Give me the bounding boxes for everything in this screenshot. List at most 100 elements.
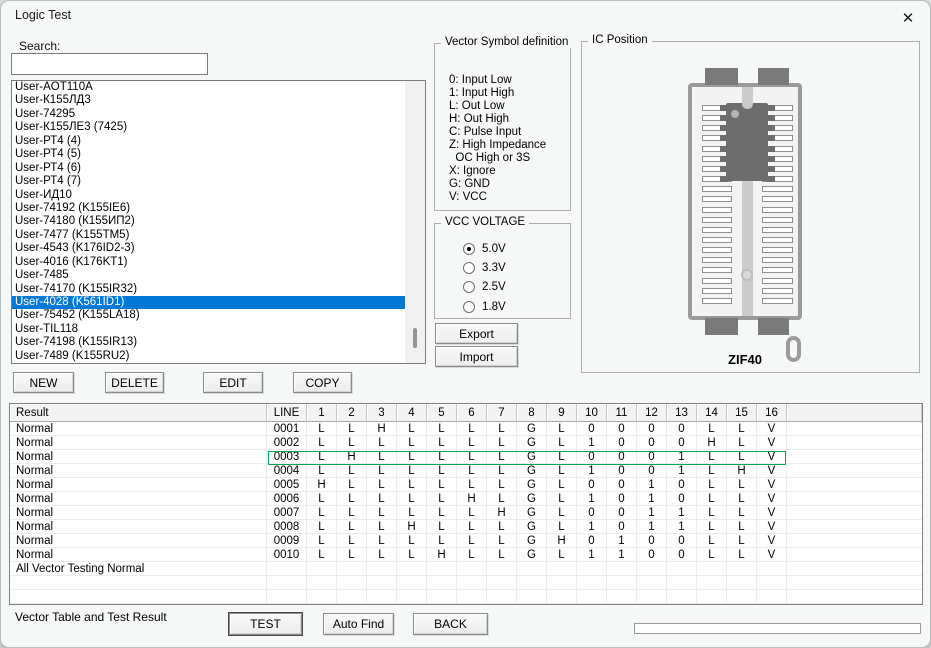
- vector-cell[interactable]: L: [337, 492, 367, 506]
- vector-cell[interactable]: L: [337, 422, 367, 436]
- vector-cell[interactable]: L: [307, 520, 337, 534]
- line-cell[interactable]: 0004: [267, 464, 307, 478]
- new-button[interactable]: NEW: [13, 372, 74, 393]
- device-list[interactable]: User-AOT110AUser-К155ЛД3User-74295User-К…: [11, 80, 426, 364]
- search-input[interactable]: [11, 53, 208, 75]
- column-header-pin[interactable]: 6: [457, 404, 487, 422]
- vector-cell[interactable]: L: [457, 548, 487, 562]
- vector-cell[interactable]: V: [757, 492, 787, 506]
- vector-cell[interactable]: L: [307, 548, 337, 562]
- vector-cell[interactable]: L: [427, 478, 457, 492]
- radio-unselected-icon[interactable]: [463, 262, 475, 274]
- vector-cell[interactable]: H: [457, 492, 487, 506]
- column-header-pin[interactable]: 3: [367, 404, 397, 422]
- list-item[interactable]: User-К155ЛЕ3 (7425): [12, 121, 425, 134]
- vector-cell[interactable]: 0: [607, 520, 637, 534]
- vector-cell[interactable]: 0: [637, 450, 667, 464]
- list-item[interactable]: User-AOT110A: [12, 81, 425, 94]
- column-header-pin[interactable]: 4: [397, 404, 427, 422]
- vector-cell[interactable]: L: [397, 422, 427, 436]
- vector-cell[interactable]: L: [487, 492, 517, 506]
- vector-cell[interactable]: 1: [607, 548, 637, 562]
- column-header-pin[interactable]: 2: [337, 404, 367, 422]
- column-header-pin[interactable]: 12: [637, 404, 667, 422]
- vector-cell[interactable]: L: [547, 422, 577, 436]
- list-item[interactable]: User-ИД10: [12, 189, 425, 202]
- radio-unselected-icon[interactable]: [463, 301, 475, 313]
- vector-cell[interactable]: L: [397, 450, 427, 464]
- vector-cell[interactable]: G: [517, 436, 547, 450]
- vector-cell[interactable]: L: [457, 520, 487, 534]
- vector-cell[interactable]: L: [727, 450, 757, 464]
- vector-cell[interactable]: L: [727, 422, 757, 436]
- column-header-pin[interactable]: 5: [427, 404, 457, 422]
- vector-cell[interactable]: 0: [637, 436, 667, 450]
- vector-cell[interactable]: G: [517, 548, 547, 562]
- list-item[interactable]: User-7489 (K155RU2): [12, 350, 425, 363]
- list-item[interactable]: User-4543 (K176ID2-3): [12, 242, 425, 255]
- vector-cell[interactable]: L: [397, 492, 427, 506]
- vector-cell[interactable]: L: [367, 506, 397, 520]
- vector-cell[interactable]: L: [727, 548, 757, 562]
- list-item[interactable]: User-РТ4 (4): [12, 135, 425, 148]
- vcc-option-1.8V[interactable]: 1.8V: [463, 297, 506, 316]
- vector-cell[interactable]: L: [337, 520, 367, 534]
- vector-cell[interactable]: L: [337, 436, 367, 450]
- vector-cell[interactable]: L: [457, 450, 487, 464]
- vector-cell[interactable]: L: [457, 422, 487, 436]
- export-button[interactable]: Export: [435, 323, 518, 344]
- vector-cell[interactable]: 0: [607, 422, 637, 436]
- edit-button[interactable]: EDIT: [203, 372, 263, 393]
- vector-cell[interactable]: L: [727, 478, 757, 492]
- vcc-option-3.3V[interactable]: 3.3V: [463, 258, 506, 277]
- vector-cell[interactable]: L: [697, 506, 727, 520]
- vector-cell[interactable]: L: [397, 464, 427, 478]
- vector-cell[interactable]: L: [457, 506, 487, 520]
- vector-cell[interactable]: 0: [577, 450, 607, 464]
- vector-cell[interactable]: L: [697, 478, 727, 492]
- vector-cell[interactable]: G: [517, 450, 547, 464]
- vector-cell[interactable]: L: [367, 492, 397, 506]
- back-button[interactable]: BACK: [413, 613, 488, 635]
- vector-cell[interactable]: V: [757, 506, 787, 520]
- list-scrollbar-thumb[interactable]: [413, 328, 417, 348]
- vector-cell[interactable]: L: [337, 478, 367, 492]
- vector-cell[interactable]: 0: [667, 548, 697, 562]
- list-item[interactable]: User-К155ЛД3: [12, 94, 425, 107]
- vector-cell[interactable]: L: [427, 422, 457, 436]
- vector-cell[interactable]: G: [517, 492, 547, 506]
- vector-cell[interactable]: L: [457, 534, 487, 548]
- vector-cell[interactable]: L: [487, 422, 517, 436]
- vector-cell[interactable]: 0: [607, 436, 637, 450]
- result-cell[interactable]: Normal: [10, 450, 267, 464]
- vector-cell[interactable]: L: [697, 422, 727, 436]
- vector-cell[interactable]: L: [307, 450, 337, 464]
- vector-cell[interactable]: L: [487, 478, 517, 492]
- vector-cell[interactable]: 0: [577, 506, 607, 520]
- vector-cell[interactable]: 0: [577, 478, 607, 492]
- vcc-option-2.5V[interactable]: 2.5V: [463, 278, 506, 297]
- vector-cell[interactable]: V: [757, 520, 787, 534]
- vector-cell[interactable]: L: [427, 520, 457, 534]
- line-cell[interactable]: 0006: [267, 492, 307, 506]
- vector-cell[interactable]: 0: [667, 422, 697, 436]
- vector-cell[interactable]: L: [427, 492, 457, 506]
- list-item[interactable]: User-TIL118: [12, 323, 425, 336]
- vector-cell[interactable]: V: [757, 422, 787, 436]
- vector-cell[interactable]: L: [727, 520, 757, 534]
- vector-cell[interactable]: G: [517, 422, 547, 436]
- vector-cell[interactable]: L: [697, 450, 727, 464]
- line-cell[interactable]: 0003: [267, 450, 307, 464]
- auto-find-button[interactable]: Auto Find: [323, 613, 394, 635]
- vector-cell[interactable]: 0: [637, 534, 667, 548]
- vector-cell[interactable]: 0: [607, 492, 637, 506]
- vector-cell[interactable]: G: [517, 506, 547, 520]
- vector-cell[interactable]: L: [547, 478, 577, 492]
- result-cell[interactable]: Normal: [10, 520, 267, 534]
- result-cell[interactable]: Normal: [10, 436, 267, 450]
- vector-cell[interactable]: L: [307, 422, 337, 436]
- vector-cell[interactable]: 0: [577, 534, 607, 548]
- column-header-pin[interactable]: 10: [577, 404, 607, 422]
- column-header-pin[interactable]: 8: [517, 404, 547, 422]
- vector-cell[interactable]: H: [487, 506, 517, 520]
